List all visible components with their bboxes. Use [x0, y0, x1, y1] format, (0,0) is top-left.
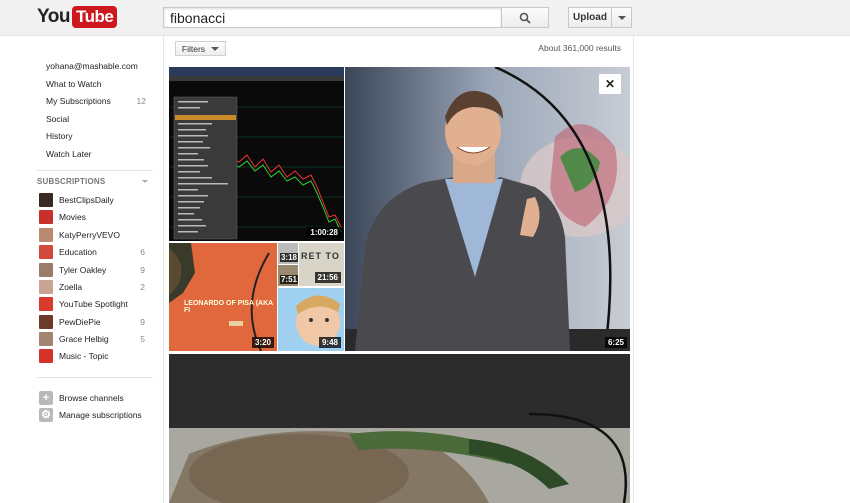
video-thumbnail[interactable]	[169, 354, 630, 503]
thumbnail-caption: RET TO	[301, 251, 340, 261]
subscription-item[interactable]: Music - Topic	[39, 348, 149, 365]
close-icon: ✕	[604, 77, 616, 91]
subscription-item[interactable]: Tyler Oakley 9	[39, 262, 149, 279]
channel-avatar	[39, 349, 53, 363]
video-duration: 1:00:28	[307, 227, 341, 238]
subscription-count: 9	[140, 265, 145, 275]
guide-divider	[37, 377, 153, 378]
video-duration: 3:18	[279, 253, 298, 262]
subscription-name: Zoella	[59, 282, 83, 292]
results-count: About 361,000 results	[538, 43, 621, 53]
thumbnail-image	[169, 243, 277, 351]
channel-avatar	[39, 193, 53, 207]
plus-icon: +	[39, 391, 53, 405]
guide-item-social[interactable]: Social	[46, 111, 69, 128]
filters-button[interactable]: Filters	[175, 41, 226, 56]
video-thumbnail[interactable]: 7:51	[278, 265, 298, 286]
subscription-item[interactable]: Zoella 2	[39, 279, 149, 296]
youtube-logo[interactable]: You Tube	[37, 6, 118, 28]
guide-item-history[interactable]: History	[46, 128, 72, 145]
subscription-name: Music - Topic	[59, 351, 109, 361]
thumbnail-image	[345, 67, 630, 351]
upload-menu-button[interactable]	[611, 7, 632, 28]
subscription-count: 2	[140, 282, 145, 292]
subscription-item[interactable]: Grace Helbig 5	[39, 331, 149, 348]
channel-avatar	[39, 263, 53, 277]
subscriptions-header[interactable]: SUBSCRIPTIONS	[37, 177, 105, 186]
channel-avatar	[39, 245, 53, 259]
close-button[interactable]: ✕	[599, 74, 621, 94]
guide-item-my-subscriptions[interactable]: My Subscriptions	[46, 93, 111, 110]
subscription-count: 5	[140, 334, 145, 344]
thumbnail-image	[169, 67, 344, 241]
subscription-name: KatyPerryVEVO	[59, 230, 120, 240]
guide-item-watch-later[interactable]: Watch Later	[46, 146, 92, 163]
search-input[interactable]	[163, 7, 502, 28]
chevron-down-icon	[211, 46, 220, 51]
subscription-item[interactable]: BestClipsDaily	[39, 192, 149, 209]
channel-avatar	[39, 228, 53, 242]
search-results: Filters About 361,000 results 1:00:28 LE…	[163, 36, 634, 503]
upload-button[interactable]: Upload	[568, 7, 612, 28]
chevron-down-icon	[617, 15, 626, 20]
video-thumbnail[interactable]: 6:25 ✕	[345, 67, 630, 351]
channel-avatar	[39, 332, 53, 346]
manage-subscriptions-label: Manage subscriptions	[59, 410, 142, 420]
logo-tube-text: Tube	[71, 6, 118, 28]
channel-avatar	[39, 280, 53, 294]
subscription-name: YouTube Spotlight	[59, 299, 128, 309]
video-duration: 6:25	[604, 337, 627, 348]
filters-label: Filters	[181, 43, 206, 54]
subscription-name: Grace Helbig	[59, 334, 109, 344]
channel-avatar	[39, 315, 53, 329]
video-thumbnail[interactable]: 1:00:28	[169, 67, 344, 241]
search-button[interactable]	[501, 7, 549, 28]
thumbnail-image	[169, 354, 630, 503]
subscription-name: BestClipsDaily	[59, 195, 114, 205]
logo-you-text: You	[37, 6, 70, 27]
video-duration: 7:51	[279, 275, 298, 284]
subscription-item[interactable]: YouTube Spotlight	[39, 296, 149, 313]
guide-item-what-to-watch[interactable]: What to Watch	[46, 76, 101, 93]
subscription-item[interactable]: KatyPerryVEVO	[39, 227, 149, 244]
subscription-name: PewDiePie	[59, 317, 101, 327]
subscription-count: 6	[140, 247, 145, 257]
guide-sidebar: yohana@mashable.com What to Watch My Sub…	[0, 37, 163, 503]
my-subscriptions-count: 12	[136, 96, 146, 106]
browse-channels-label: Browse channels	[59, 393, 124, 403]
video-thumbnail[interactable]: LEONARDO OF PISA (AKA FI 3:20	[169, 243, 277, 351]
subscription-count: 9	[140, 317, 145, 327]
gear-icon: ⚙	[39, 408, 53, 422]
guide-item-account[interactable]: yohana@mashable.com	[46, 58, 138, 75]
video-thumbnail[interactable]: RET TO 21:56	[299, 243, 344, 286]
video-duration: 3:20	[251, 337, 274, 348]
subscription-item[interactable]: PewDiePie 9	[39, 314, 149, 331]
subscription-name: Movies	[59, 212, 86, 222]
channel-avatar	[39, 210, 53, 224]
channel-avatar	[39, 297, 53, 311]
video-thumbnail[interactable]: 9:48	[278, 288, 344, 351]
subscription-name: Tyler Oakley	[59, 265, 107, 275]
subscription-name: Education	[59, 247, 97, 257]
video-duration: 21:56	[314, 272, 341, 283]
masthead: You Tube Upload	[0, 0, 850, 36]
guide-divider	[37, 170, 153, 171]
collapse-caret-icon[interactable]	[142, 180, 148, 183]
search-icon	[519, 12, 531, 24]
video-thumbnail[interactable]: 3:18	[278, 243, 298, 264]
subscription-item[interactable]: Movies	[39, 209, 149, 226]
subscription-item[interactable]: Education 6	[39, 244, 149, 261]
video-duration: 9:48	[318, 337, 341, 348]
thumbnail-caption: LEONARDO OF PISA (AKA FI	[184, 300, 273, 314]
